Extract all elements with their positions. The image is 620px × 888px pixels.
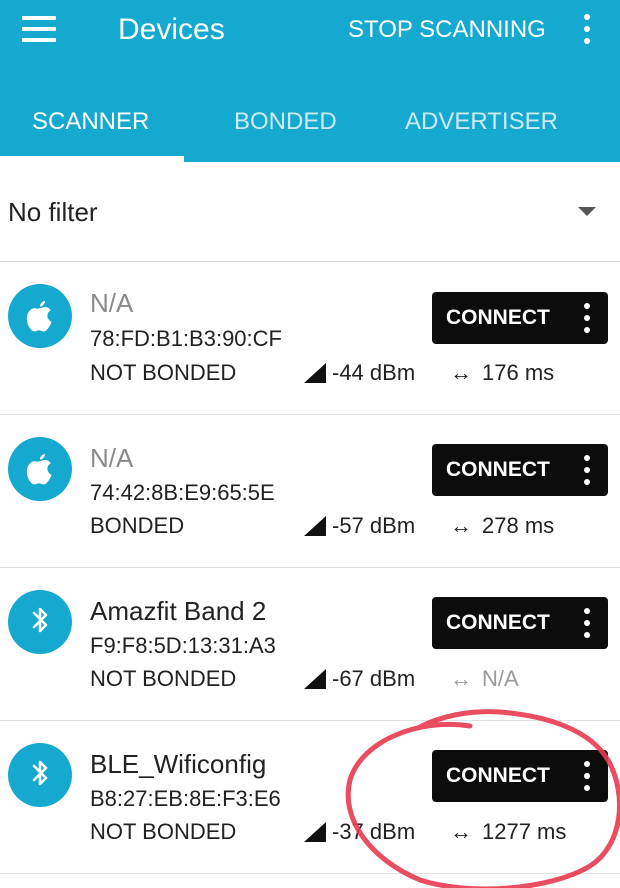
- bluetooth-icon: [8, 590, 72, 654]
- advertising-interval: 1277 ms: [482, 819, 567, 844]
- device-name: BLE_Wificonfig: [90, 749, 267, 779]
- bond-state: NOT BONDED: [90, 360, 237, 385]
- stop-scanning-button[interactable]: STOP SCANNING: [348, 14, 546, 46]
- connect-button[interactable]: CONNECT: [432, 444, 608, 496]
- rssi-value: -67 dBm: [332, 666, 416, 691]
- tab-advertiser[interactable]: ADVERTISER: [405, 104, 558, 140]
- bond-state: BONDED: [90, 513, 185, 538]
- device-row[interactable]: Amazfit Band 2 F9:F8:5D:13:31:A3 NOT BON…: [0, 568, 620, 721]
- more-vert-icon[interactable]: [578, 12, 596, 46]
- more-vert-icon[interactable]: [578, 452, 596, 488]
- menu-icon[interactable]: [20, 14, 58, 44]
- interval-arrows-icon: ↔: [450, 666, 472, 691]
- signal-icon: [304, 669, 326, 689]
- connect-button[interactable]: CONNECT: [432, 292, 608, 344]
- more-vert-icon[interactable]: [578, 758, 596, 794]
- bluetooth-icon: [8, 743, 72, 807]
- signal-icon: [304, 363, 326, 383]
- interval-arrows-icon: ↔: [450, 513, 472, 538]
- device-name: N/A: [90, 288, 134, 318]
- rssi-value: -57 dBm: [332, 513, 416, 538]
- device-row[interactable]: N/A 78:FD:B1:B3:90:CF NOT BONDED -44 dBm…: [0, 262, 620, 415]
- device-name: Amazfit Band 2: [90, 596, 267, 626]
- rssi-value: -37 dBm: [332, 819, 416, 844]
- interval-arrows-icon: ↔: [450, 360, 472, 385]
- app-bar: Devices STOP SCANNING SCANNER BONDED ADV…: [0, 0, 620, 162]
- dropdown-arrow-icon: [578, 207, 596, 216]
- connect-button[interactable]: CONNECT: [432, 597, 608, 649]
- more-vert-icon[interactable]: [578, 300, 596, 336]
- advertising-interval: 278 ms: [482, 513, 555, 538]
- connect-button[interactable]: CONNECT: [432, 750, 608, 802]
- signal-icon: [304, 822, 326, 842]
- apple-icon: [8, 437, 72, 501]
- connect-label: CONNECT: [446, 306, 550, 329]
- tab-scanner[interactable]: SCANNER: [32, 104, 149, 140]
- filter-dropdown[interactable]: No filter: [0, 162, 620, 262]
- advertising-interval: 176 ms: [482, 360, 555, 385]
- more-vert-icon[interactable]: [578, 605, 596, 641]
- signal-icon: [304, 516, 326, 536]
- filter-label: No filter: [8, 197, 98, 227]
- advertising-interval: N/A: [482, 666, 519, 691]
- page-title: Devices: [118, 13, 225, 46]
- device-address: F9:F8:5D:13:31:A3: [90, 633, 276, 658]
- device-address: 74:42:8B:E9:65:5E: [90, 480, 275, 505]
- device-address: B8:27:EB:8E:F3:E6: [90, 786, 281, 811]
- tab-bonded[interactable]: BONDED: [234, 104, 337, 140]
- interval-arrows-icon: ↔: [450, 819, 472, 844]
- apple-icon: [8, 284, 72, 348]
- device-row[interactable]: BLE_Wificonfig B8:27:EB:8E:F3:E6 NOT BON…: [0, 721, 620, 874]
- device-name: N/A: [90, 443, 134, 473]
- rssi-value: -44 dBm: [332, 360, 416, 385]
- connect-label: CONNECT: [446, 611, 550, 634]
- device-row[interactable]: N/A 74:42:8B:E9:65:5E BONDED -57 dBm ↔ 2…: [0, 415, 620, 568]
- connect-label: CONNECT: [446, 458, 550, 481]
- bond-state: NOT BONDED: [90, 666, 237, 691]
- device-address: 78:FD:B1:B3:90:CF: [90, 326, 282, 351]
- connect-label: CONNECT: [446, 764, 550, 787]
- bond-state: NOT BONDED: [90, 819, 237, 844]
